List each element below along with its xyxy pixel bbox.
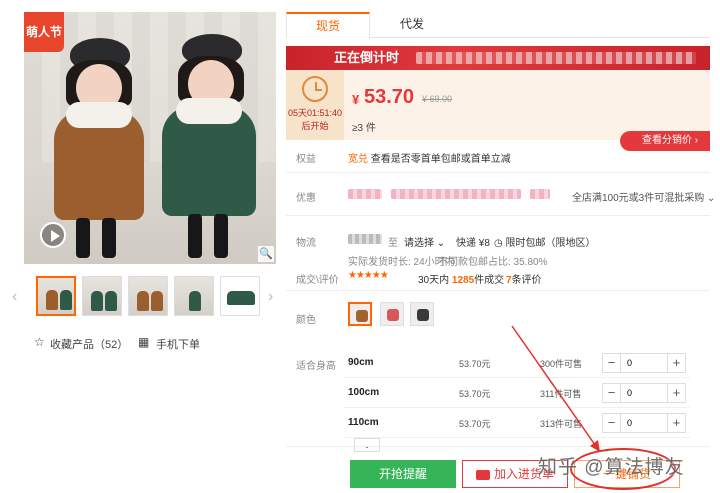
promo-banner-blurred-text: [416, 52, 696, 64]
size-value: 110cm: [348, 417, 379, 428]
thumbnail[interactable]: [220, 276, 260, 316]
thumbnail-strip: ‹ ›: [12, 276, 276, 318]
return-rate: 不同款包邮占比: 35.80%: [438, 257, 548, 268]
distribution-price-label: 查看分销价: [642, 135, 692, 146]
color-swatch[interactable]: [410, 302, 434, 326]
product-main-image[interactable]: 萌人节 🔍: [24, 12, 276, 264]
color-label: 颜色: [296, 315, 316, 326]
watermark: 知乎 @算法博友: [538, 457, 685, 478]
deals-days: 30天内: [418, 275, 450, 286]
thumbnail[interactable]: [128, 276, 168, 316]
size-price: 53.70元: [459, 389, 491, 399]
discount-text-label: 全店满100元或3件可混批采购: [572, 193, 705, 204]
table-row: 100cm 53.70元 311件可售 − +: [344, 378, 690, 408]
color-swatch[interactable]: [380, 302, 404, 326]
qr-code-icon[interactable]: ▦: [138, 335, 149, 349]
increase-button[interactable]: +: [667, 384, 685, 402]
rights-label: 权益: [296, 154, 316, 165]
rights-tag: 宽兑: [348, 154, 368, 165]
table-row: 110cm 53.70元 313件可售 − +: [344, 408, 690, 438]
order-tabs: 现货 代发: [286, 12, 710, 39]
review-suffix: 条评价: [511, 275, 542, 286]
promo-banner-title: 正在倒计时: [334, 50, 400, 65]
decrease-button[interactable]: −: [603, 354, 621, 372]
thumb-prev-icon[interactable]: ‹: [12, 288, 17, 306]
quantity-stepper: − +: [602, 413, 686, 433]
reviews-label: 成交\评价: [296, 275, 339, 286]
rights-row[interactable]: 宽兑 查看是否零首单包邮或首单立减: [348, 150, 511, 165]
size-value: 100cm: [348, 387, 380, 398]
quantity-stepper: − +: [602, 383, 686, 403]
size-stock: 313件可售: [540, 419, 583, 429]
tab-dropship[interactable]: 代发: [370, 12, 454, 38]
rights-text: 查看是否零首单包邮或首单立减: [370, 154, 511, 165]
quantity-stepper: − +: [602, 353, 686, 373]
discount-label: 优惠: [296, 193, 316, 204]
min-order-qty: ≥3 件: [352, 123, 376, 134]
festival-badge: 萌人节: [24, 12, 64, 52]
logistics-origin-blurred: [348, 234, 382, 245]
quantity-input[interactable]: [623, 384, 663, 402]
thumbnail[interactable]: [36, 276, 76, 316]
express-fee: 快递 ¥8: [456, 238, 490, 249]
expand-sizes-icon[interactable]: ⌄: [354, 438, 380, 452]
favorites-row: ☆ 收藏产品（52） ▦ 手机下单: [34, 335, 274, 352]
promo-banner: 正在倒计时: [286, 46, 710, 70]
buy-reminder-button[interactable]: 开抢提醒: [350, 460, 456, 488]
destination-select-label: 请选择: [404, 238, 434, 249]
decrease-button[interactable]: −: [603, 384, 621, 402]
current-price: 53.70: [364, 86, 415, 108]
distribution-price-button[interactable]: 查看分销价 ›: [620, 131, 710, 151]
color-swatch[interactable]: [348, 302, 372, 326]
clock-icon: ◷: [494, 238, 503, 249]
video-play-icon[interactable]: [40, 222, 66, 248]
logistics-to: 至: [388, 238, 398, 249]
discount-blurred-tags: [348, 189, 550, 200]
kid-green-coat: [154, 34, 264, 260]
size-price: 53.70元: [459, 419, 491, 429]
size-price: 53.70元: [459, 359, 491, 369]
size-value: 90cm: [348, 357, 374, 368]
discount-text[interactable]: 全店满100元或3件可混批采购 ⌄: [572, 189, 715, 204]
review-summary[interactable]: 7条评价: [506, 271, 542, 286]
size-stock: 311件可售: [540, 389, 582, 399]
thumb-next-icon[interactable]: ›: [268, 288, 273, 306]
collect-product-link[interactable]: 收藏产品（52）: [50, 336, 128, 352]
price-currency: ¥: [352, 92, 360, 107]
free-shipping: ◷ 限时包邮（限地区）: [494, 234, 596, 249]
table-row: 90cm 53.70元 300件可售 − +: [344, 348, 690, 378]
deals-summary[interactable]: 30天内 1285件成交: [418, 271, 504, 286]
deals-count: 1285: [451, 275, 475, 286]
size-label: 适合身高: [296, 361, 336, 372]
cart-icon: [475, 469, 490, 480]
logistics-label: 物流: [296, 238, 316, 249]
mobile-order-link[interactable]: 手机下单: [156, 336, 200, 352]
quantity-input[interactable]: [623, 414, 663, 432]
thumbnail[interactable]: [82, 276, 122, 316]
countdown-box: 05天01:51:40 后开始: [286, 70, 344, 140]
tab-in-stock[interactable]: 现货: [286, 12, 370, 39]
original-price: ¥ 69.00: [422, 94, 453, 104]
increase-button[interactable]: +: [667, 414, 685, 432]
star-outline-icon[interactable]: ☆: [34, 335, 45, 349]
alarm-clock-icon: [302, 76, 328, 102]
size-stock: 300件可售: [540, 359, 583, 369]
zoom-icon[interactable]: 🔍: [258, 246, 274, 262]
destination-select[interactable]: 请选择 ⌄: [404, 234, 445, 249]
deals-suffix: 件成交: [474, 275, 505, 286]
quantity-input[interactable]: [623, 354, 663, 372]
free-shipping-label: 限时包邮（限地区）: [505, 238, 596, 249]
countdown-time: 05天01:51:40: [287, 108, 343, 118]
rating-stars: ★★★★★: [348, 270, 389, 281]
decrease-button[interactable]: −: [603, 414, 621, 432]
price-box: ¥ 53.70 ¥ 69.00 ≥3 件: [344, 70, 710, 140]
thumbnail[interactable]: [174, 276, 214, 316]
countdown-caption: 后开始: [301, 121, 329, 131]
increase-button[interactable]: +: [667, 354, 685, 372]
